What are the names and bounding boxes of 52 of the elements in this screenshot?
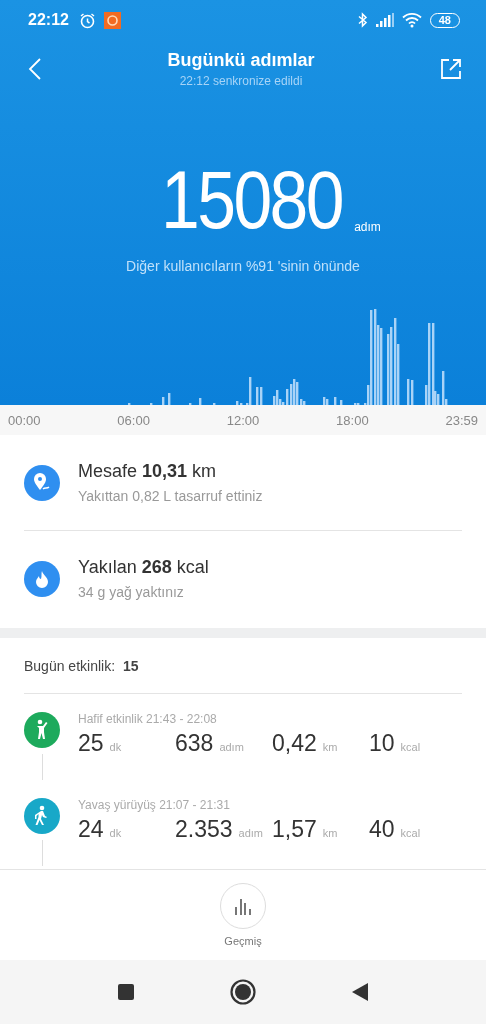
step-count: 15080: [161, 164, 343, 236]
ranking-text: Diğer kullanıcıların %91 'sinin önünde: [125, 258, 361, 274]
histogram-bar: [162, 397, 165, 405]
back-nav-button[interactable]: [352, 983, 368, 1001]
signal-icon: [375, 13, 394, 27]
stat-unit: km: [322, 827, 338, 839]
stat-value: 638: [175, 730, 214, 757]
bar-chart-icon: [233, 897, 253, 915]
stat-value: 40: [369, 816, 395, 843]
time-axis-label: 00:00: [8, 412, 41, 428]
stat-unit: kcal: [400, 827, 421, 839]
stat-unit: dk: [109, 741, 122, 753]
stat-value: 0,42: [272, 730, 317, 757]
flame-icon: [24, 560, 60, 597]
sync-status: 22:12 senkronize edildi: [178, 74, 304, 88]
time-axis-label: 18:00: [336, 412, 369, 428]
stat-value: 2.353: [175, 816, 233, 843]
status-time: 22:12: [28, 11, 69, 29]
alarm-clock-icon: [78, 11, 96, 29]
histogram-bar: [334, 397, 337, 405]
wifi-icon: [401, 12, 422, 28]
screen-title: Bugünkü adımlar: [166, 50, 316, 71]
stat-value: 10: [369, 730, 395, 757]
stat-unit: adım: [219, 741, 244, 753]
history-button[interactable]: [220, 883, 266, 929]
histogram-bar: [168, 393, 171, 405]
stat-unit: dk: [109, 827, 122, 839]
histogram-bar: [199, 398, 202, 405]
home-button[interactable]: [230, 979, 256, 1005]
bluetooth-icon: [357, 12, 368, 28]
stat-value: 24: [78, 816, 104, 843]
activity-count-label: Bugün etkinlik:: [24, 657, 116, 674]
stat-unit: adım: [238, 827, 264, 839]
metric-title: Mesafe 10,31 km: [78, 461, 218, 482]
stat-value: 1,57: [272, 816, 317, 843]
app-notification-icon: [103, 11, 121, 29]
activity-count: 15: [123, 657, 139, 674]
activity-title: Hafif etkinlik 21:43 - 22:08: [78, 712, 218, 726]
metric-title: Yakılan 268 kcal: [78, 557, 209, 578]
metric-note: 34 g yağ yaktınız: [78, 584, 185, 600]
history-label: Geçmiş: [224, 935, 262, 947]
stat-value: 25: [78, 730, 104, 757]
activity-title: Yavaş yürüyüş 21:07 - 21:31: [78, 798, 231, 812]
metric-note: Yakıttan 0,82 L tasarruf ettiniz: [78, 488, 263, 504]
location-pin-icon: [24, 464, 60, 501]
step-unit: adım: [354, 220, 381, 234]
time-axis-label: 23:59: [445, 412, 478, 428]
time-axis-label: 06:00: [117, 412, 150, 428]
time-axis-label: 12:00: [226, 412, 260, 428]
stat-unit: kcal: [400, 741, 421, 753]
stat-unit: km: [322, 741, 338, 753]
histogram-bar: [340, 400, 343, 405]
